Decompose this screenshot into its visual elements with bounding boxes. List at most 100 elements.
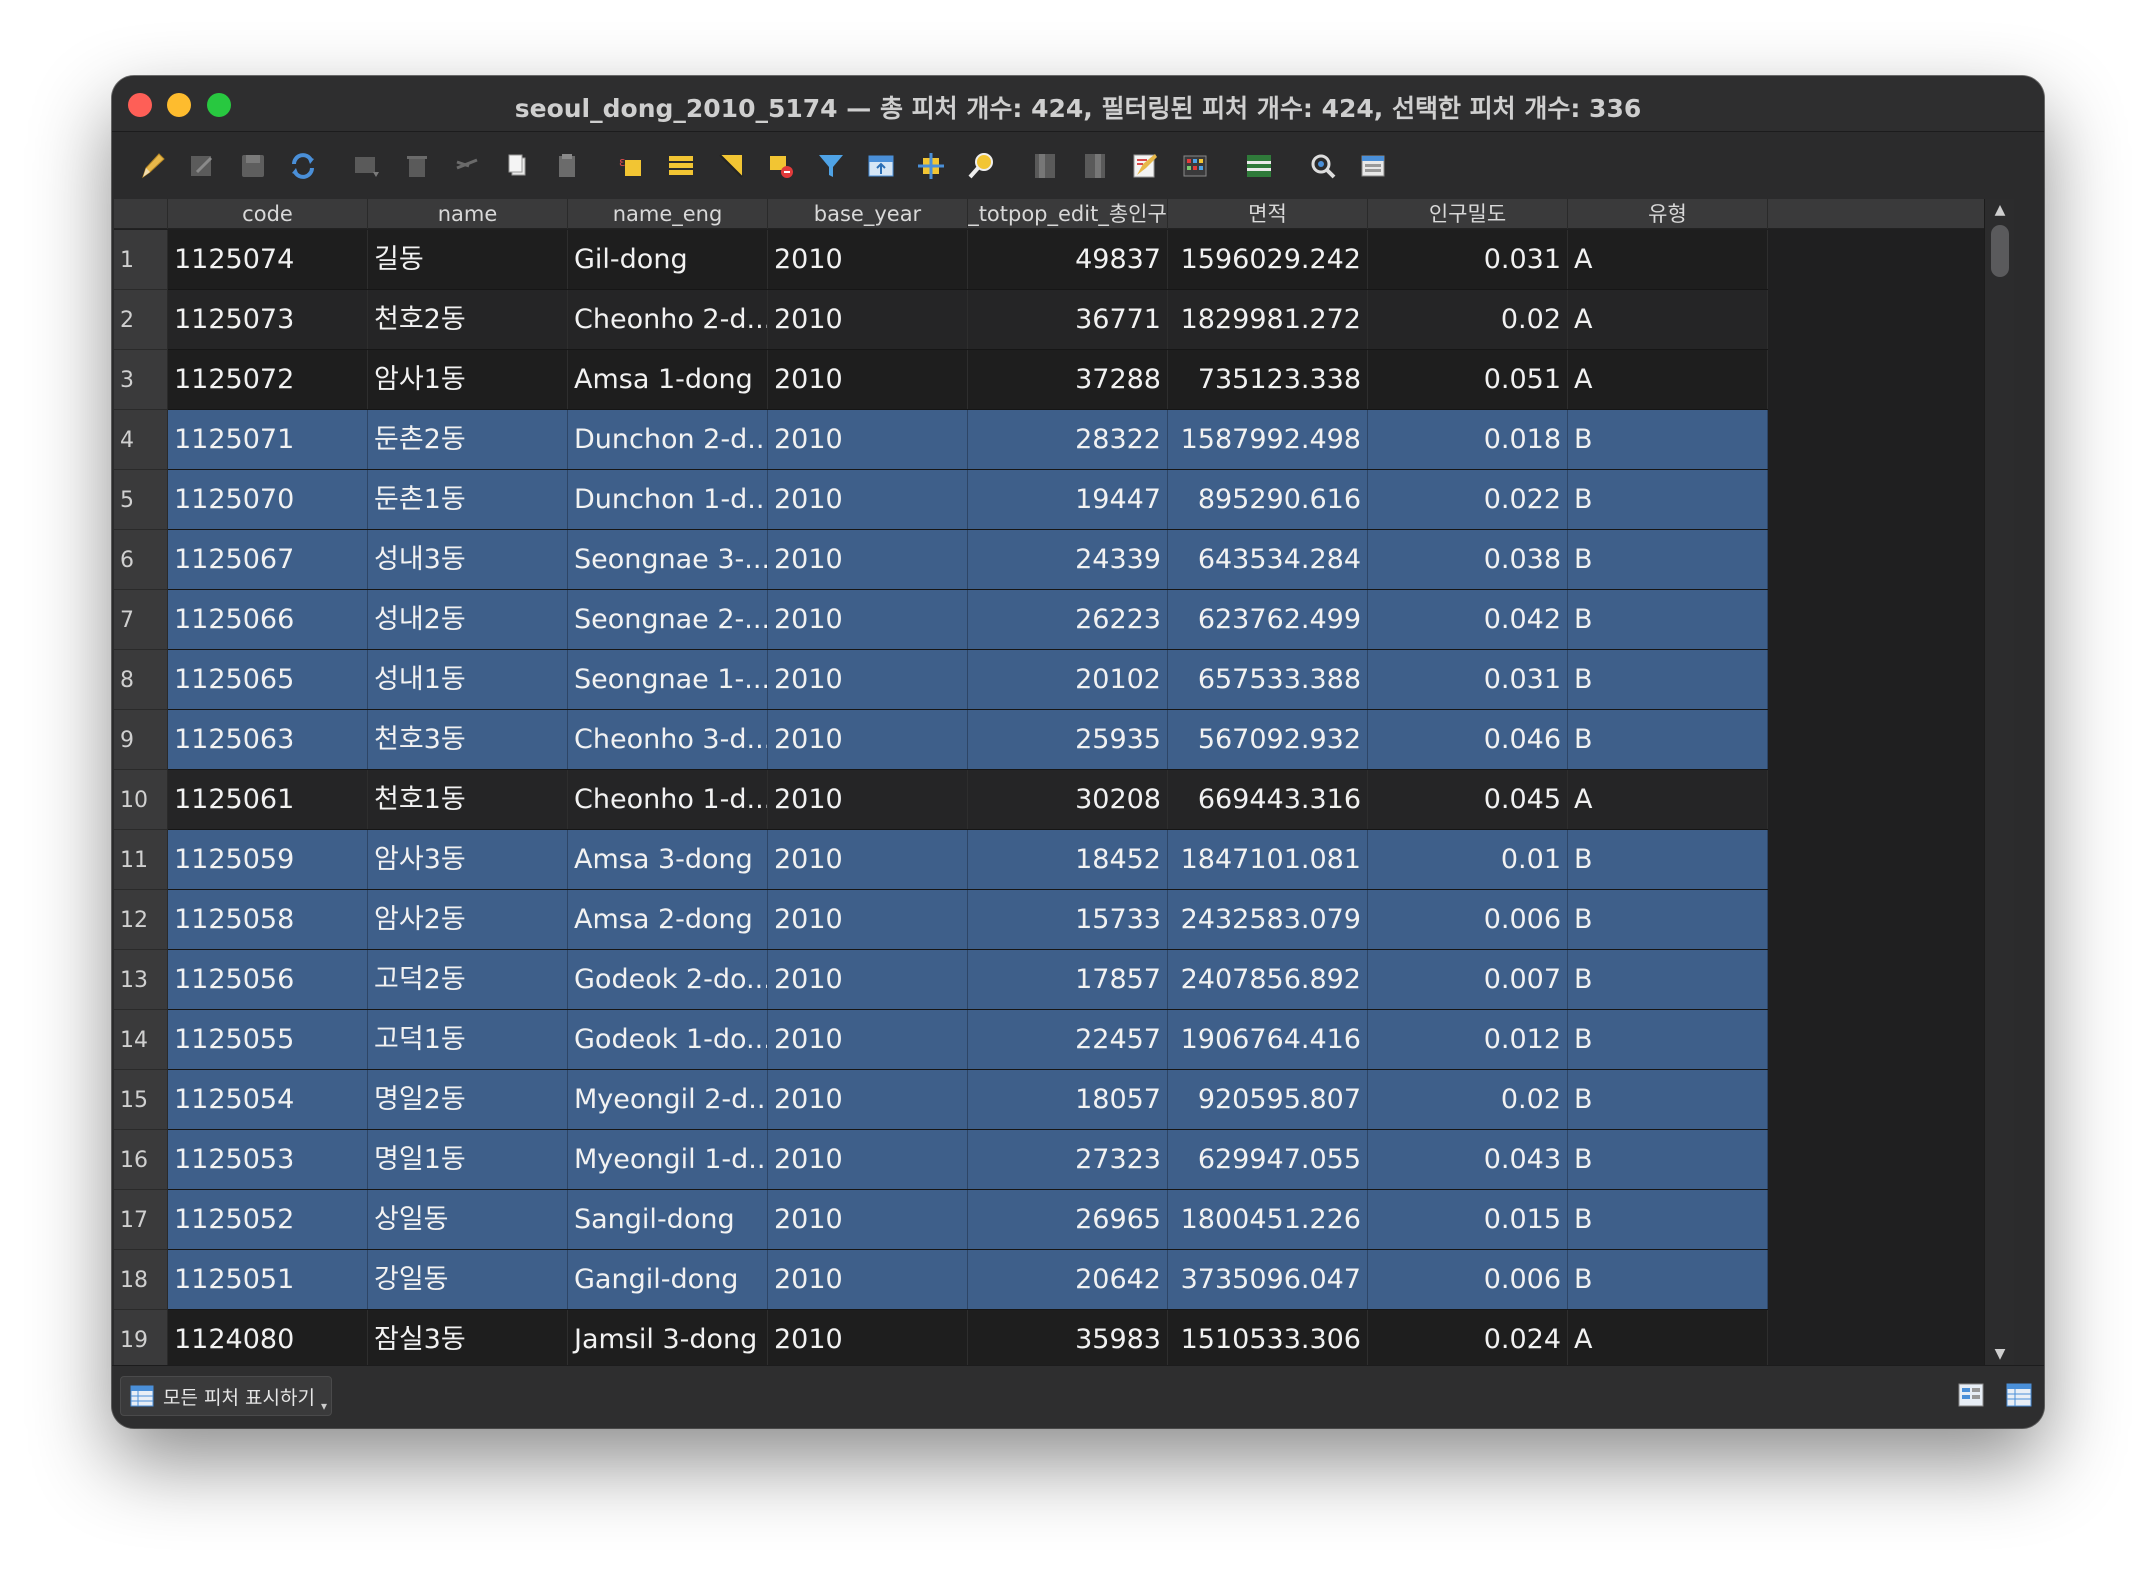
cell-code[interactable]: 1125058	[168, 890, 368, 950]
cell-type[interactable]: A	[1568, 290, 1768, 350]
cell-name[interactable]: 암사3동	[368, 830, 568, 890]
cell-base-year[interactable]: 2010	[768, 1130, 968, 1190]
delete-feature-button[interactable]	[392, 141, 442, 191]
table-row[interactable]: 1125052 상일동 Sangil-dong 2010 26965 1800451.22…	[168, 1190, 1768, 1250]
cell-totpop[interactable]: 28322	[968, 410, 1168, 470]
cell-area[interactable]: 1587992.498	[1168, 410, 1368, 470]
table-row[interactable]: 1125058 암사2동 Amsa 2-dong 2010 15733 2432583.0…	[168, 890, 1768, 950]
cell-name-eng[interactable]: Godeok 2-do...	[568, 950, 768, 1010]
cell-density[interactable]: 0.018	[1368, 410, 1568, 470]
cell-name[interactable]: 고덕1동	[368, 1010, 568, 1070]
cell-totpop[interactable]: 18452	[968, 830, 1168, 890]
cell-base-year[interactable]: 2010	[768, 1190, 968, 1250]
table-row[interactable]: 1125063 천호3동 Cheonho 3-d... 2010 25935 567092…	[168, 710, 1768, 770]
cell-totpop[interactable]: 36771	[968, 290, 1168, 350]
cell-name-eng[interactable]: Cheonho 2-d...	[568, 290, 768, 350]
table-row[interactable]: 1125065 성내1동 Seongnae 1-... 2010 20102 657533…	[168, 650, 1768, 710]
cell-type[interactable]: B	[1568, 410, 1768, 470]
cell-density[interactable]: 0.024	[1368, 1310, 1568, 1365]
cell-name-eng[interactable]: Dunchon 2-d...	[568, 410, 768, 470]
row-number-header[interactable]: 15	[114, 1070, 168, 1130]
cell-type[interactable]: A	[1568, 770, 1768, 830]
cell-base-year[interactable]: 2010	[768, 830, 968, 890]
cell-code[interactable]: 1125061	[168, 770, 368, 830]
cell-totpop[interactable]: 20642	[968, 1250, 1168, 1310]
cell-code[interactable]: 1125065	[168, 650, 368, 710]
cell-density[interactable]: 0.045	[1368, 770, 1568, 830]
cell-name[interactable]: 암사1동	[368, 350, 568, 410]
cell-density[interactable]: 0.02	[1368, 290, 1568, 350]
cell-name[interactable]: 천호3동	[368, 710, 568, 770]
row-number-header[interactable]: 13	[114, 950, 168, 1010]
cell-name[interactable]: 천호1동	[368, 770, 568, 830]
cell-totpop[interactable]: 15733	[968, 890, 1168, 950]
cell-density[interactable]: 0.02	[1368, 1070, 1568, 1130]
cell-base-year[interactable]: 2010	[768, 1250, 968, 1310]
cell-density[interactable]: 0.01	[1368, 830, 1568, 890]
cell-name[interactable]: 둔촌2동	[368, 410, 568, 470]
copy-button[interactable]	[492, 141, 542, 191]
move-selection-to-top-button[interactable]	[856, 141, 906, 191]
delete-field-button[interactable]	[1070, 141, 1120, 191]
cell-totpop[interactable]: 30208	[968, 770, 1168, 830]
cell-density[interactable]: 0.046	[1368, 710, 1568, 770]
table-row[interactable]: 1124080 잠실3동 Jamsil 3-dong 2010 35983 1510533…	[168, 1310, 1768, 1365]
cell-area[interactable]: 657533.388	[1168, 650, 1368, 710]
table-row[interactable]: 1125070 둔촌1동 Dunchon 1-d... 2010 19447 895290…	[168, 470, 1768, 530]
cell-density[interactable]: 0.031	[1368, 230, 1568, 290]
cell-totpop[interactable]: 49837	[968, 230, 1168, 290]
cell-name-eng[interactable]: Seongnae 2-...	[568, 590, 768, 650]
cell-name-eng[interactable]: Gil-dong	[568, 230, 768, 290]
cell-name[interactable]: 성내2동	[368, 590, 568, 650]
cell-type[interactable]: B	[1568, 470, 1768, 530]
cell-name[interactable]: 명일1동	[368, 1130, 568, 1190]
cell-density[interactable]: 0.006	[1368, 1250, 1568, 1310]
cell-code[interactable]: 1125059	[168, 830, 368, 890]
cell-area[interactable]: 567092.932	[1168, 710, 1368, 770]
column-header-name[interactable]: name	[368, 199, 568, 229]
cell-name-eng[interactable]: Cheonho 3-d...	[568, 710, 768, 770]
cell-area[interactable]: 2407856.892	[1168, 950, 1368, 1010]
cell-type[interactable]: B	[1568, 950, 1768, 1010]
scroll-up-arrow-icon[interactable]: ▲	[1985, 199, 2014, 221]
row-number-header[interactable]: 8	[114, 650, 168, 710]
cell-name-eng[interactable]: Myeongil 1-d...	[568, 1130, 768, 1190]
row-number-header[interactable]: 5	[114, 470, 168, 530]
scroll-down-arrow-icon[interactable]: ▼	[1985, 1343, 2014, 1365]
cell-totpop[interactable]: 37288	[968, 350, 1168, 410]
cell-name[interactable]: 명일2동	[368, 1070, 568, 1130]
corner-header[interactable]	[114, 199, 168, 229]
table-row[interactable]: 1125051 강일동 Gangil-dong 2010 20642 3735096.04…	[168, 1250, 1768, 1310]
cell-totpop[interactable]: 17857	[968, 950, 1168, 1010]
column-header-totpop[interactable]: _totpop_edit_총인구	[968, 199, 1168, 229]
cell-area[interactable]: 920595.807	[1168, 1070, 1368, 1130]
cell-type[interactable]: B	[1568, 1070, 1768, 1130]
table-row[interactable]: 1125059 암사3동 Amsa 3-dong 2010 18452 1847101.0…	[168, 830, 1768, 890]
cell-name-eng[interactable]: Amsa 1-dong	[568, 350, 768, 410]
vertical-scrollbar[interactable]: ▲ ▼	[1984, 199, 2014, 1365]
column-header-base-year[interactable]: base_year	[768, 199, 968, 229]
cell-area[interactable]: 643534.284	[1168, 530, 1368, 590]
cell-code[interactable]: 1125072	[168, 350, 368, 410]
cell-name[interactable]: 천호2동	[368, 290, 568, 350]
cell-code[interactable]: 1124080	[168, 1310, 368, 1365]
cell-type[interactable]: A	[1568, 1310, 1768, 1365]
cell-base-year[interactable]: 2010	[768, 890, 968, 950]
cut-button[interactable]	[442, 141, 492, 191]
cell-name[interactable]: 둔촌1동	[368, 470, 568, 530]
cell-name[interactable]: 상일동	[368, 1190, 568, 1250]
cell-base-year[interactable]: 2010	[768, 230, 968, 290]
toggle-editing-button[interactable]	[128, 141, 178, 191]
cell-area[interactable]: 629947.055	[1168, 1130, 1368, 1190]
row-number-header[interactable]: 6	[114, 530, 168, 590]
multi-edit-button[interactable]	[178, 141, 228, 191]
filter-selection-button[interactable]	[806, 141, 856, 191]
form-view-toolbar-button[interactable]	[1348, 141, 1398, 191]
dock-table-button[interactable]	[1234, 141, 1284, 191]
cell-base-year[interactable]: 2010	[768, 950, 968, 1010]
cell-area[interactable]: 669443.316	[1168, 770, 1368, 830]
column-header-code[interactable]: code	[168, 199, 368, 229]
cell-totpop[interactable]: 27323	[968, 1130, 1168, 1190]
cell-type[interactable]: A	[1568, 350, 1768, 410]
reload-button[interactable]	[278, 141, 328, 191]
